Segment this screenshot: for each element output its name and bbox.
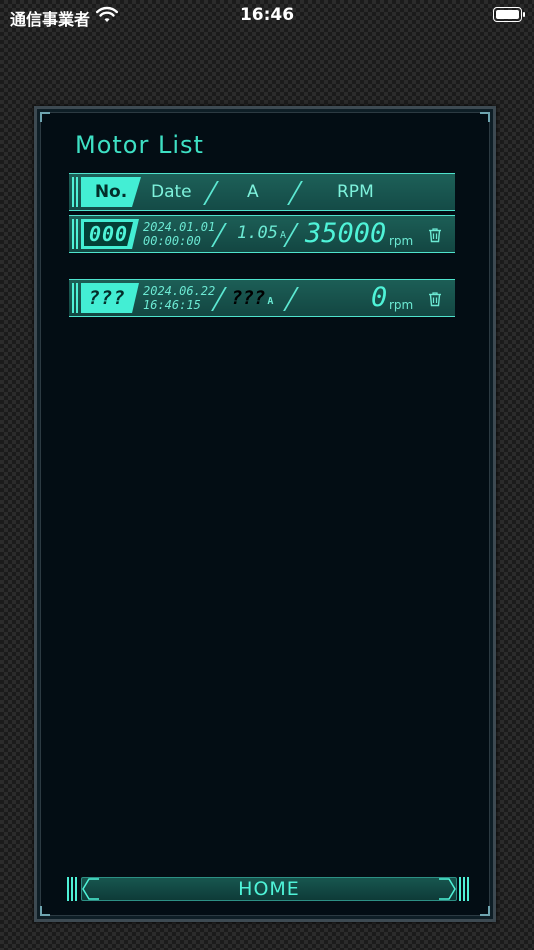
row-divider: [283, 288, 299, 310]
header-stripes: [72, 177, 80, 207]
panel-corner: [40, 112, 50, 122]
page-title: Motor List: [75, 131, 204, 159]
motor-date-day: 2024.01.01: [143, 220, 216, 234]
header-amp[interactable]: A: [247, 174, 259, 210]
motor-row[interactable]: 000 2024.01.01 00:00:00 1.05 A 35000 rpm: [69, 215, 455, 253]
motor-list-panel: Motor List No. Date A RPM 000 2024.01.01…: [34, 106, 496, 922]
motor-number: 000: [84, 222, 133, 246]
motor-row[interactable]: ??? 2024.06.22 16:46:15 ??? A 0 rpm: [69, 279, 455, 317]
home-stripes: [459, 877, 471, 901]
status-time: 16:46: [239, 5, 295, 25]
home-button-group: HOME: [67, 877, 471, 903]
motor-amp: ??? A: [231, 287, 273, 309]
motor-date-time: 16:46:15: [143, 298, 201, 312]
table-header: No. Date A RPM: [69, 173, 455, 211]
motor-date-time: 00:00:00: [143, 234, 201, 248]
row-divider: [211, 288, 227, 310]
row-stripes: [72, 219, 80, 249]
motor-date: 2024.01.01 00:00:00: [143, 220, 219, 248]
motor-amp-value: ???: [231, 287, 266, 309]
motor-rpm-unit: rpm: [389, 234, 414, 248]
chevron-right-icon: [439, 878, 456, 900]
home-stripes: [67, 877, 79, 901]
panel-corner: [480, 906, 490, 916]
motor-rpm-value: 35000: [305, 218, 387, 249]
panel-corner: [40, 906, 50, 916]
motor-rpm-value: 0: [371, 282, 388, 313]
header-divider: [287, 182, 303, 204]
battery-icon: [493, 7, 525, 22]
row-stripes: [72, 283, 80, 313]
header-rpm[interactable]: RPM: [337, 174, 374, 210]
header-no[interactable]: No.: [81, 177, 141, 207]
motor-number: ???: [88, 287, 126, 309]
header-date[interactable]: Date: [151, 174, 192, 210]
motor-date: 2024.06.22 16:46:15: [143, 284, 219, 312]
motor-number-badge: 000: [81, 219, 139, 249]
row-divider: [211, 224, 227, 246]
motor-number-badge: ???: [81, 283, 139, 313]
row-divider: [283, 224, 299, 246]
motor-date-day: 2024.06.22: [143, 284, 216, 298]
motor-amp: 1.05 A: [237, 223, 286, 243]
panel-corner: [480, 112, 490, 122]
trash-icon[interactable]: [427, 227, 443, 243]
motor-rpm-unit: rpm: [389, 298, 414, 312]
home-button[interactable]: HOME: [81, 877, 457, 901]
status-bar: 通信事業者 16:46: [0, 0, 534, 32]
motor-amp-value: 1.05: [237, 223, 278, 243]
header-divider: [203, 182, 219, 204]
trash-icon[interactable]: [427, 291, 443, 307]
motor-amp-unit: A: [267, 296, 274, 307]
chevron-left-icon: [82, 878, 99, 900]
